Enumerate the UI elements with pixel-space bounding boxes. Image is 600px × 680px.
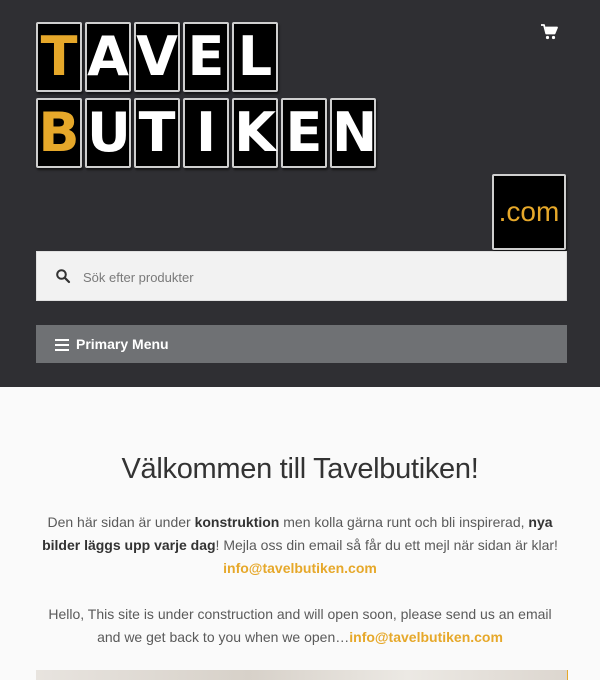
intro-paragraph-sv: Den här sidan är under konstruktion men … [40, 511, 560, 580]
featured-image [36, 670, 568, 680]
primary-menu-toggle[interactable]: Primary Menu [36, 325, 567, 363]
shopping-cart-icon[interactable] [541, 24, 559, 40]
hamburger-icon [55, 338, 69, 351]
logo-tile: L [232, 22, 278, 92]
logo-tile: A [85, 22, 131, 92]
logo-tile: E [183, 22, 229, 92]
logo-tile: K [232, 98, 278, 168]
para-text: men kolla gärna runt och bli inspirerad, [279, 514, 529, 530]
email-link[interactable]: info@tavelbutiken.com [349, 629, 503, 645]
logo-tile: B [36, 98, 82, 168]
para-text: ! Mejla oss din email så får du ett mejl… [215, 537, 558, 553]
logo-tile: N [330, 98, 377, 168]
logo-tile: U [85, 98, 131, 168]
para-bold-text: konstruktion [194, 514, 280, 530]
site-logo[interactable]: T A V E L B U T I K E N .com [36, 22, 568, 250]
intro-paragraph-en: Hello, This site is under construction a… [40, 603, 560, 649]
logo-tile: E [281, 98, 327, 168]
logo-tile: T [134, 98, 180, 168]
logo-domain-tile: .com [492, 174, 566, 250]
site-header: T A V E L B U T I K E N .com Sök efter p… [0, 0, 600, 387]
search-input[interactable] [81, 252, 555, 302]
logo-tile: T [36, 22, 82, 92]
logo-tile: I [183, 98, 229, 168]
primary-menu-label: Primary Menu [76, 336, 169, 352]
para-text: Den här sidan är under [47, 514, 195, 530]
logo-tile: V [134, 22, 180, 92]
search-bar [36, 251, 567, 302]
search-icon[interactable] [55, 268, 71, 284]
page-title: Välkommen till Tavelbutiken! [121, 453, 479, 485]
email-link[interactable]: info@tavelbutiken.com [223, 560, 377, 576]
